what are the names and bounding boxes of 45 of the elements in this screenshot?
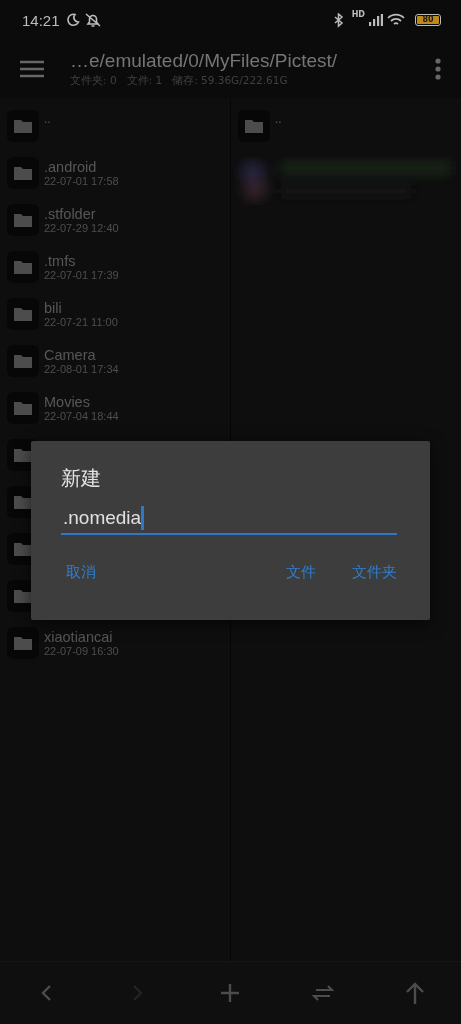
folder-icon[interactable] xyxy=(7,109,39,142)
dialog-button[interactable]: 文件夹 xyxy=(352,561,397,584)
swap-icon[interactable] xyxy=(311,984,334,1002)
folder-date: 22-07-29 12:40 xyxy=(44,221,119,234)
folder-icon[interactable] xyxy=(7,344,39,377)
folder-icon[interactable] xyxy=(7,391,39,424)
folder-name[interactable]: .. xyxy=(275,111,282,126)
folder-icon[interactable] xyxy=(7,297,39,330)
up-arrow-icon[interactable] xyxy=(404,982,425,1004)
signal-icon xyxy=(369,14,383,26)
dialog-button[interactable]: 取消 xyxy=(66,561,96,584)
folder-date: 22-07-04 18:44 xyxy=(44,409,119,422)
more-icon[interactable] xyxy=(435,58,441,80)
battery-level: 80 xyxy=(417,16,439,24)
wifi-icon xyxy=(387,13,405,27)
folder-name[interactable]: .android xyxy=(44,158,119,175)
bluetooth-icon xyxy=(333,12,344,28)
folder-name[interactable]: Camera xyxy=(44,346,119,363)
add-icon[interactable] xyxy=(221,984,240,1002)
folder-name[interactable]: Movies xyxy=(44,393,119,410)
folder-icon[interactable] xyxy=(7,250,39,283)
folder-date: 22-07-21 11:00 xyxy=(44,315,118,328)
folder-icon[interactable] xyxy=(238,109,270,142)
back-icon[interactable] xyxy=(40,984,53,1002)
folder-date: 22-07-01 17:58 xyxy=(44,174,119,187)
folder-name[interactable]: bili xyxy=(44,299,118,316)
name-input-field[interactable]: .nomedia xyxy=(61,502,397,535)
menu-icon[interactable] xyxy=(20,60,44,78)
network-label: HD xyxy=(351,10,365,19)
folder-date: 22-07-01 17:39 xyxy=(44,268,119,281)
status-time: 14:21 xyxy=(22,11,60,29)
folder-date: 22-08-01 17:34 xyxy=(44,362,119,375)
dialog-button[interactable]: 文件 xyxy=(286,561,316,584)
folder-icon[interactable] xyxy=(7,626,39,659)
dialog-title: 新建 xyxy=(61,465,102,492)
folder-name[interactable]: xiaotiancai xyxy=(44,628,119,645)
folder-name[interactable]: .tmfs xyxy=(44,252,119,269)
folder-icon[interactable] xyxy=(7,203,39,236)
path-title: …e/emulated/0/MyFiles/Pictest/ xyxy=(70,50,339,72)
folder-icon[interactable] xyxy=(7,156,39,189)
folder-name[interactable]: .. xyxy=(44,111,51,126)
muted-bell-icon xyxy=(83,12,102,28)
moon-icon xyxy=(65,13,80,27)
folder-date: 22-07-09 16:30 xyxy=(44,644,119,657)
folder-name[interactable]: .stfolder xyxy=(44,205,119,222)
